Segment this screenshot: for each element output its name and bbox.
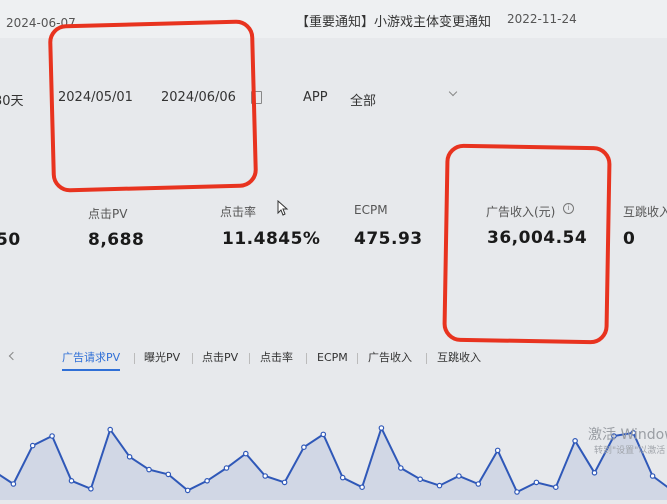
chart-point[interactable] <box>243 450 249 457</box>
red-annotation-box-revenue <box>442 143 612 345</box>
chart-point[interactable] <box>126 454 133 460</box>
tab-ad-request-pv[interactable]: 广告请求PV <box>62 347 121 371</box>
app-filter-label: APP <box>303 90 328 105</box>
metric-label-cross-revenue: 互跳收入 <box>623 205 667 219</box>
chart-point[interactable] <box>378 425 385 431</box>
metric-value-ecpm: 475.93 <box>354 229 423 249</box>
red-annotation-box-dates <box>47 19 259 193</box>
chart-point[interactable] <box>88 486 94 492</box>
tab-ctr[interactable]: 点击率 <box>260 347 293 369</box>
trend-chart <box>0 425 667 500</box>
mouse-cursor-icon <box>277 200 289 216</box>
metric-value-cross-revenue: 0 <box>623 229 636 249</box>
tab-divider <box>426 353 427 364</box>
chart-tabs: 广告请求PV 曝光PV 点击PV 点击率 ECPM 广告收入 互跳收入 <box>0 347 667 373</box>
chart-point[interactable] <box>417 476 424 483</box>
tab-divider <box>306 353 307 364</box>
tab-divider <box>134 353 135 364</box>
chart-point[interactable] <box>397 465 404 471</box>
tab-ecpm[interactable]: ECPM <box>317 347 348 369</box>
app-select[interactable]: 全部 <box>350 90 376 109</box>
chart-point[interactable] <box>591 470 598 476</box>
chart-point[interactable] <box>533 479 540 486</box>
tab-divider <box>249 353 250 364</box>
tab-click-pv[interactable]: 点击PV <box>202 347 238 369</box>
metric-value-partial: 50 <box>0 230 21 250</box>
chart-point[interactable] <box>359 484 365 491</box>
chart-point[interactable] <box>223 465 230 471</box>
notice-date: 2022-11-24 <box>507 12 577 26</box>
metric-label-click-pv: 点击PV <box>88 207 128 221</box>
tab-divider <box>192 353 193 364</box>
chart-point[interactable] <box>339 474 346 481</box>
activate-windows-watermark: 激活 Windows <box>588 427 667 443</box>
notice-title-link[interactable]: 【重要通知】小游戏主体变更通知 <box>296 11 491 30</box>
metric-label-ctr: 点击率 <box>220 205 257 219</box>
chart-point[interactable] <box>436 482 443 489</box>
chart-area <box>0 428 667 500</box>
chart-point[interactable] <box>262 473 269 479</box>
tab-impression-pv[interactable]: 曝光PV <box>144 347 180 369</box>
chart-point[interactable] <box>552 484 559 491</box>
chart-point[interactable] <box>301 444 307 451</box>
chart-point[interactable] <box>204 478 210 484</box>
chart-point[interactable] <box>320 431 327 438</box>
chart-point[interactable] <box>475 481 482 487</box>
tab-cross-revenue[interactable]: 互跳收入 <box>437 347 481 369</box>
chart-point[interactable] <box>572 437 578 444</box>
chart-point[interactable] <box>494 447 501 454</box>
chevron-left-icon[interactable] <box>8 351 18 361</box>
chart-point[interactable] <box>514 489 520 495</box>
chart-point[interactable] <box>649 473 656 479</box>
chart-point[interactable] <box>456 473 462 479</box>
chart-point[interactable] <box>165 471 172 478</box>
chart-point[interactable] <box>10 481 17 487</box>
metric-value-click-pv: 8,688 <box>88 230 145 250</box>
activate-windows-hint: 转到"设置"以激活 <box>594 446 666 456</box>
chart-point[interactable] <box>68 478 75 484</box>
range-option[interactable]: 30天 <box>0 90 24 109</box>
chart-point[interactable] <box>146 466 152 473</box>
metric-label-ecpm: ECPM <box>354 203 388 217</box>
chart-point[interactable] <box>184 487 191 494</box>
metric-value-ctr: 11.4845% <box>222 229 321 249</box>
chart-point[interactable] <box>29 442 36 449</box>
chart-point[interactable] <box>107 426 114 433</box>
tab-ad-revenue[interactable]: 广告收入 <box>368 347 412 369</box>
chart-point[interactable] <box>281 479 288 486</box>
tab-divider <box>357 353 358 364</box>
chart-point[interactable] <box>49 433 55 439</box>
